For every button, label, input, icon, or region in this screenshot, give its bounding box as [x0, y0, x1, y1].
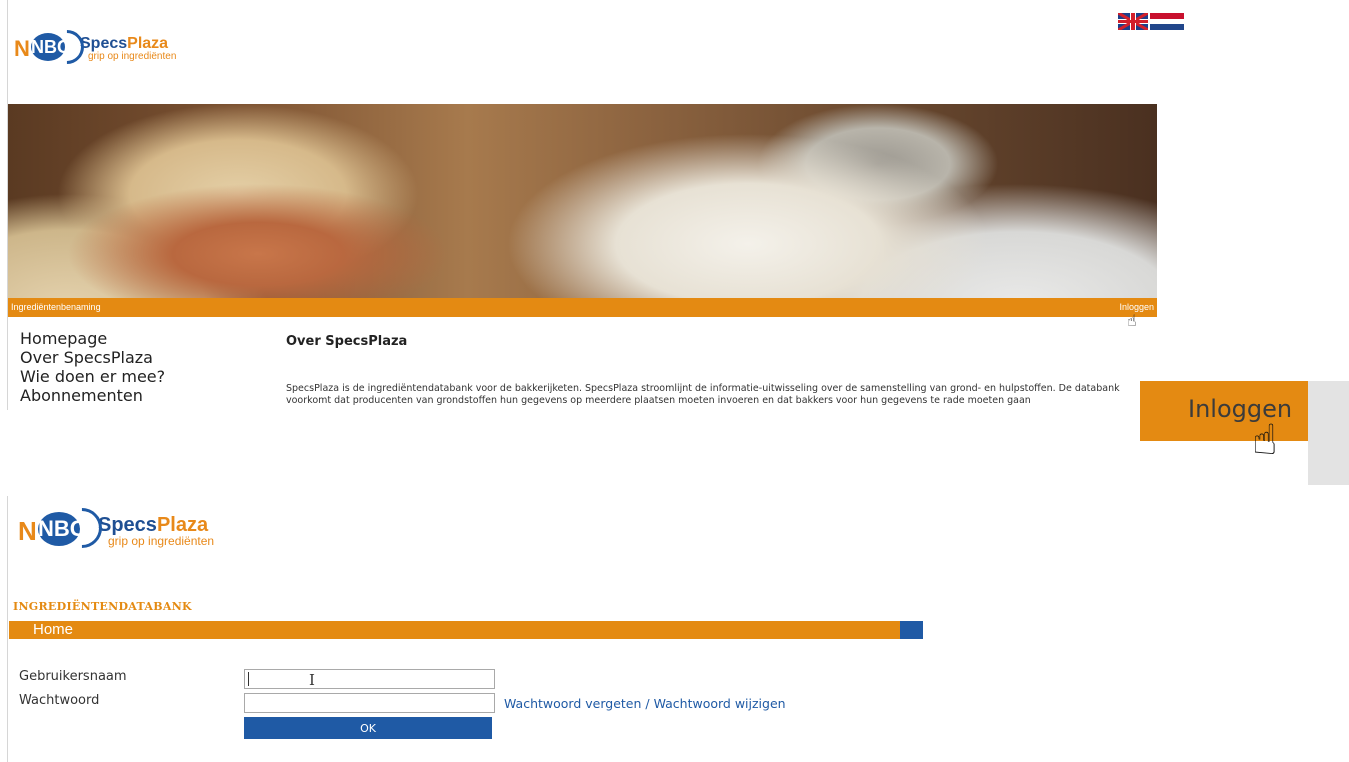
home-bar: Home — [9, 621, 900, 639]
zoomed-white-area — [1140, 441, 1308, 485]
username-label: Gebruikersnaam — [19, 669, 127, 684]
nav-item-homepage[interactable]: Homepage — [20, 329, 267, 348]
specsplaza-logo[interactable]: N NBC SpecsPlaza grip op ingrediënten — [18, 499, 214, 557]
hand-cursor-icon: ☝ — [1252, 415, 1278, 464]
hero-banner-image — [8, 104, 1157, 298]
nbc-logo-mark: N NBC — [14, 22, 92, 72]
password-label: Wachtwoord — [19, 693, 100, 708]
home-bar-label[interactable]: Home — [33, 621, 73, 639]
nav-item-wie-doen-er-mee[interactable]: Wie doen er mee? — [20, 367, 267, 386]
logo-tagline: grip op ingrediënten — [88, 50, 177, 62]
password-input[interactable] — [244, 693, 495, 713]
english-flag-icon[interactable] — [1118, 13, 1148, 30]
home-bar-end-block — [900, 621, 923, 639]
ok-button[interactable]: OK — [244, 717, 492, 739]
nav-item-over-specsplaza[interactable]: Over SpecsPlaza — [20, 348, 267, 367]
logo-wordmark: SpecsPlaza grip op ingrediënten — [80, 35, 176, 62]
top-orange-bar: Ingrediëntenbenaming Inloggen — [8, 298, 1157, 317]
ingredient-naming-link[interactable]: Ingrediëntenbenaming — [11, 302, 101, 312]
language-switcher — [1118, 13, 1184, 31]
ibeam-cursor-icon: I — [309, 671, 315, 689]
specsplaza-logo[interactable]: N NBC SpecsPlaza grip op ingrediënten — [14, 22, 176, 72]
nbc-logo-mark: N NBC — [18, 499, 111, 557]
page-body-text: SpecsPlaza is de ingrediëntendatabank vo… — [286, 383, 1120, 406]
nav-item-abonnementen[interactable]: Abonnementen — [20, 386, 267, 405]
text-caret — [248, 672, 249, 686]
logo-specs-text: Specs — [98, 513, 157, 536]
logo-tagline: grip op ingrediënten — [108, 533, 215, 548]
dutch-flag-icon[interactable] — [1150, 13, 1184, 31]
sidebar-nav: Homepage Over SpecsPlaza Wie doen er mee… — [20, 329, 267, 410]
zoomed-login-callout: Inloggen ☝ — [1140, 381, 1349, 485]
logo-plaza-text: Plaza — [127, 34, 169, 52]
hand-cursor-icon: ☝ — [1127, 311, 1137, 330]
logo-specs-text: Specs — [80, 34, 128, 52]
forgot-password-link[interactable]: Wachtwoord vergeten / Wachtwoord wijzige… — [504, 696, 786, 711]
page-title: Over SpecsPlaza — [286, 334, 408, 349]
username-input[interactable] — [244, 669, 495, 689]
logo-plaza-text: Plaza — [156, 513, 209, 536]
logo-wordmark: SpecsPlaza grip op ingrediënten — [98, 514, 214, 547]
divider — [7, 496, 8, 762]
section-title: INGREDIËNTENDATABANK — [13, 600, 192, 613]
